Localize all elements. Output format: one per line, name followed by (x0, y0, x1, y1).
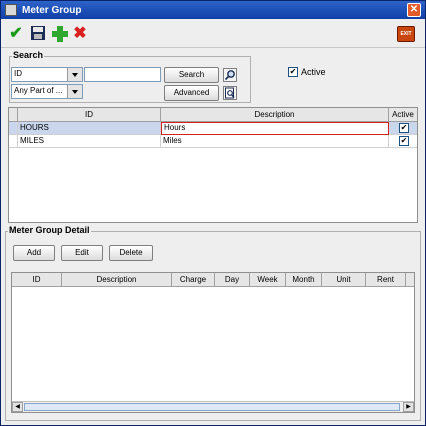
scroll-right-icon[interactable]: ▶ (403, 402, 414, 412)
advanced-button[interactable]: Advanced (164, 85, 219, 101)
column-header-day[interactable]: Day (215, 273, 250, 287)
column-header-month[interactable]: Month (286, 273, 322, 287)
match-mode-select[interactable]: Any Part of ... (11, 84, 83, 99)
plus-icon[interactable] (51, 25, 69, 43)
column-header-description[interactable]: Description (62, 273, 172, 287)
row-active-cell[interactable]: ✔ (389, 135, 417, 148)
magnifier-icon[interactable] (223, 68, 237, 82)
column-header-week[interactable]: Week (250, 273, 286, 287)
window-title: Meter Group (22, 4, 82, 16)
advanced-search-icon[interactable] (223, 86, 237, 100)
horizontal-scrollbar[interactable]: ◀ ▶ (12, 401, 414, 412)
close-button[interactable]: ✕ (407, 3, 421, 17)
add-button[interactable]: Add (13, 245, 55, 261)
column-header-charge[interactable]: Charge (172, 273, 215, 287)
delete-button[interactable]: Delete (109, 245, 153, 261)
row-id-cell[interactable]: HOURS (18, 122, 161, 135)
row-active-checkbox[interactable]: ✔ (399, 123, 409, 133)
search-input[interactable] (84, 67, 161, 82)
column-header-rent[interactable]: Rent (366, 273, 406, 287)
column-header-id[interactable]: ID (12, 273, 62, 287)
save-icon[interactable] (29, 25, 47, 43)
column-header-id[interactable]: ID (18, 108, 161, 122)
search-field-select[interactable]: ID (11, 67, 83, 82)
checkmark-icon[interactable]: ✔ (7, 25, 25, 43)
table-header: ID Description Active (9, 108, 417, 122)
chevron-down-icon[interactable] (67, 68, 82, 81)
search-field-value: ID (14, 69, 22, 78)
window-app-icon (5, 4, 17, 16)
chevron-down-icon[interactable] (67, 85, 82, 98)
scrollbar-thumb[interactable] (24, 403, 400, 411)
delete-x-icon[interactable]: ✖ (71, 25, 89, 43)
row-description-cell[interactable]: Miles (161, 135, 389, 148)
detail-legend: Meter Group Detail (8, 225, 91, 235)
column-header-filler (406, 273, 414, 287)
row-indicator (9, 135, 18, 148)
row-description-cell[interactable]: Hours (161, 122, 389, 135)
toolbar: ✔ ✖ EXIT (1, 20, 425, 48)
column-header-description[interactable]: Description (161, 108, 389, 122)
row-active-cell[interactable]: ✔ (389, 122, 417, 135)
meter-group-window: Meter Group ✕ ✔ ✖ EXIT Search ID Any Par… (0, 0, 426, 426)
row-indicator (9, 122, 18, 135)
row-active-checkbox[interactable]: ✔ (399, 136, 409, 146)
search-button[interactable]: Search (164, 67, 219, 83)
column-header-unit[interactable]: Unit (322, 273, 366, 287)
search-legend: Search (12, 50, 45, 60)
meter-group-detail-table: ID Description Charge Day Week Month Uni… (11, 272, 415, 413)
match-mode-value: Any Part of ... (14, 86, 63, 95)
title-bar: Meter Group ✕ (1, 1, 425, 19)
table-row[interactable]: MILES Miles ✔ (9, 135, 417, 148)
row-id-cell[interactable]: MILES (18, 135, 161, 148)
meter-group-table: ID Description Active HOURS Hours ✔ MILE… (8, 107, 418, 223)
table-row[interactable]: HOURS Hours ✔ (9, 122, 417, 135)
edit-button[interactable]: Edit (61, 245, 103, 261)
active-checkbox[interactable]: ✔ (288, 67, 298, 77)
search-group: Search ID Any Part of ... Search Advance… (9, 50, 251, 103)
row-indicator-header (9, 108, 18, 122)
column-header-active[interactable]: Active (389, 108, 417, 122)
exit-button[interactable]: EXIT (397, 26, 415, 42)
scroll-left-icon[interactable]: ◀ (12, 402, 23, 412)
active-label: Active (301, 67, 326, 77)
